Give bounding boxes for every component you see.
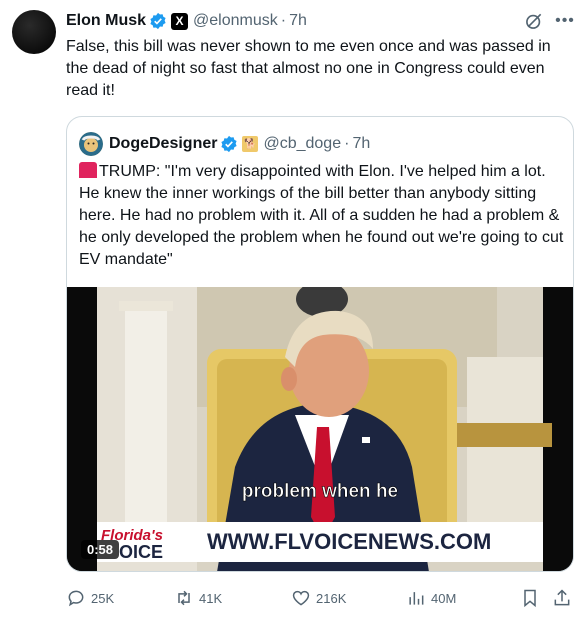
siren-icon: [79, 162, 97, 178]
tweet[interactable]: Elon Musk X @elonmusk · 7h ••• False, th…: [0, 0, 587, 618]
like-button[interactable]: 216K: [291, 586, 346, 610]
repost-count: 41K: [199, 590, 223, 606]
bookmark-icon: [524, 589, 536, 608]
affiliation-badge-icon[interactable]: X: [171, 12, 189, 30]
video-frame: problem when he Florida's OICE WWW.FLVOI…: [67, 287, 573, 571]
author-handle[interactable]: @elonmusk: [193, 12, 278, 30]
quoted-author-name[interactable]: DogeDesigner: [109, 135, 217, 153]
quoted-tweet-text: TRUMP: "I'm very disappointed with Elon.…: [79, 161, 565, 271]
video-caption: problem when he: [242, 481, 398, 502]
views-button[interactable]: 40M: [406, 586, 456, 610]
quoted-author-handle[interactable]: @cb_doge: [263, 135, 341, 153]
reply-icon: [68, 590, 84, 607]
repost-button[interactable]: 41K: [174, 586, 222, 610]
video-banner: WWW.FLVOICENEWS.COM: [207, 529, 491, 554]
dot-separator: ·: [344, 135, 350, 152]
reply-count: 25K: [91, 590, 115, 606]
share-icon: [554, 589, 570, 606]
repost-icon: [178, 590, 190, 606]
quoted-timestamp[interactable]: 7h: [352, 135, 370, 153]
avatar[interactable]: [12, 10, 56, 54]
reply-button[interactable]: 25K: [66, 586, 114, 610]
tweet-header: Elon Musk X @elonmusk · 7h: [66, 10, 307, 32]
like-icon: [292, 590, 310, 606]
quoted-tweet[interactable]: DogeDesigner 🐕 @cb_doge · 7h TRUMP: "I'm…: [66, 116, 574, 572]
share-button[interactable]: [552, 586, 577, 610]
view-count: 40M: [431, 590, 457, 606]
tweet-text: False, this bill was never shown to me e…: [66, 38, 551, 99]
video-duration: 0:58: [81, 540, 120, 559]
action-bar: 25K 41K 216K 40M: [66, 586, 576, 610]
doge-badge-icon: 🐕: [242, 136, 259, 152]
quoted-avatar[interactable]: [79, 132, 103, 156]
video-player[interactable]: problem when he Florida's OICE WWW.FLVOI…: [67, 287, 573, 571]
grok-icon[interactable]: [524, 11, 544, 31]
verified-badge-icon: [150, 12, 166, 30]
video-logo-bottom: OICE: [119, 542, 163, 562]
views-icon: [409, 592, 424, 605]
timestamp[interactable]: 7h: [289, 12, 307, 30]
quoted-text-body: TRUMP: "I'm very disappointed with Elon.…: [79, 163, 564, 268]
quoted-tweet-header: DogeDesigner 🐕 @cb_doge · 7h: [79, 132, 370, 156]
more-icon[interactable]: •••: [553, 9, 577, 33]
like-count: 216K: [316, 590, 347, 606]
bookmark-button[interactable]: [520, 586, 545, 610]
author-name[interactable]: Elon Musk: [66, 12, 146, 30]
dot-separator: ·: [280, 12, 287, 29]
verified-badge-icon: [221, 135, 238, 153]
